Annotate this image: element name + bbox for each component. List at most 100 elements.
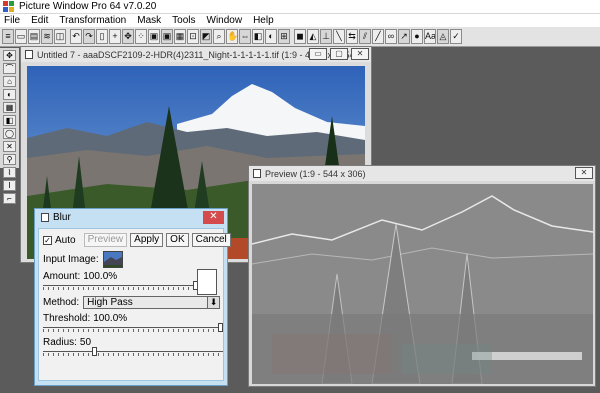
menu-transformation[interactable]: Transformation <box>59 15 126 26</box>
invert-icon[interactable]: ◐ <box>265 29 277 44</box>
menu-tools[interactable]: Tools <box>172 15 195 26</box>
hand-icon[interactable]: ✋ <box>226 29 238 44</box>
palette-tool-2-icon[interactable]: ⌒ <box>3 63 16 74</box>
preview-close-button[interactable]: ✕ <box>575 167 593 179</box>
maximize-button[interactable]: ▢ <box>330 48 348 60</box>
palette-tool-12-icon[interactable]: ⌐ <box>3 193 16 204</box>
document-icon <box>25 50 33 59</box>
plane-icon[interactable]: ◬ <box>437 29 449 44</box>
palette-tool-8-icon[interactable]: ✕ <box>3 141 16 152</box>
save-icon[interactable]: ▤ <box>28 29 40 44</box>
new-icon[interactable]: ▯ <box>96 29 108 44</box>
dot-icon[interactable]: ● <box>411 29 423 44</box>
menu-edit[interactable]: Edit <box>31 15 48 26</box>
gamma-icon[interactable]: ◩ <box>200 29 212 44</box>
grid-icon[interactable]: ≋ <box>41 29 53 44</box>
input-image-thumbnail[interactable] <box>102 251 123 268</box>
blur-button-row: ✓ Auto Preview Apply OK Cancel <box>43 233 234 247</box>
text-icon[interactable]: Aa <box>424 29 436 44</box>
threshold-slider-knob[interactable] <box>218 323 223 332</box>
dropdown-arrow-icon[interactable]: ⬇ <box>207 296 221 309</box>
input-image-label: Input Image: <box>43 254 99 265</box>
preview-window[interactable]: Preview (1:9 - 544 x 306) ✕ <box>248 165 596 387</box>
brush-icon[interactable]: ╲ <box>333 29 345 44</box>
menu-help[interactable]: Help <box>253 15 274 26</box>
compare-icon[interactable]: ◧ <box>252 29 264 44</box>
blur-dialog-title: Blur <box>53 212 71 223</box>
preview-image[interactable] <box>252 184 593 384</box>
chain-icon[interactable]: ∞ <box>385 29 397 44</box>
preview-button[interactable]: Preview <box>83 233 128 247</box>
input-image-row: Input Image: <box>43 251 123 268</box>
document-window-buttons: ▭ ▢ ✕ <box>306 48 369 60</box>
menu-lines-icon[interactable]: ≡ <box>2 29 14 44</box>
preview-window-titlebar[interactable]: Preview (1:9 - 544 x 306) ✕ <box>249 166 595 181</box>
dark-icon[interactable]: ◼ <box>294 29 306 44</box>
thumbnail-picture <box>103 252 122 267</box>
line-icon[interactable]: ╱ <box>372 29 384 44</box>
transform2-icon[interactable]: ▣ <box>161 29 173 44</box>
palette-tool-5-icon[interactable]: ▦ <box>3 102 16 113</box>
add-icon[interactable]: + <box>109 29 121 44</box>
app-logo-icon <box>3 0 15 13</box>
threshold-slider[interactable] <box>43 323 223 332</box>
zoom-icon[interactable]: ⌕ <box>213 29 225 44</box>
split-icon[interactable]: ⫽ <box>359 29 371 44</box>
radius-slider-knob[interactable] <box>92 347 97 356</box>
menu-mask[interactable]: Mask <box>137 15 161 26</box>
color-swatch[interactable] <box>197 269 217 295</box>
amount-slider[interactable] <box>43 281 198 290</box>
curve-icon[interactable]: ↗ <box>398 29 410 44</box>
ok-button[interactable]: OK <box>166 233 189 247</box>
blur-dialog-icon <box>41 213 49 222</box>
minimize-button[interactable]: ▭ <box>309 48 327 60</box>
check-icon[interactable]: ✓ <box>450 29 462 44</box>
radius-slider[interactable] <box>43 347 223 356</box>
cancel-button[interactable]: Cancel <box>191 233 231 247</box>
method-label: Method: <box>43 297 80 308</box>
palette-tool-10-icon[interactable]: ⌇ <box>3 167 16 178</box>
arrows-icon[interactable]: ⇆ <box>346 29 358 44</box>
blur-dialog[interactable]: Blur ✕ ✓ Auto Preview Apply OK Cancel In… <box>34 208 231 386</box>
crop-icon[interactable]: ✥ <box>122 29 134 44</box>
method-row: Method: High Pass ⬇ <box>43 296 221 309</box>
blur-dialog-titlebar[interactable]: Blur ✕ <box>35 209 227 226</box>
menu-window[interactable]: Window <box>207 15 243 26</box>
clone-icon[interactable]: ⊡ <box>187 29 199 44</box>
palette-tool-4-icon[interactable]: ◐ <box>3 89 16 100</box>
menubar: File Edit Transformation Mask Tools Wind… <box>0 14 600 27</box>
method-select[interactable]: High Pass ⬇ <box>83 296 221 309</box>
menu-file[interactable]: File <box>4 15 20 26</box>
auto-label: Auto <box>55 234 76 246</box>
app-title-bar: Picture Window Pro 64 v7.0.20 <box>0 0 600 14</box>
main-toolbar: ≡ ▭ ▤ ≋ ◫ ↶ ↷ ▯ + ✥ ⁘ ▣ ▣ ▦ ⊡ ◩ ⌕ ✋ ⇔ ◧ ◐ ⊞ ◼ ◭ ⊥ ╲ ⇆ ⫽ ╱ ∞ ↗ ● Aa ◬ ✓ <box>0 27 600 47</box>
palette-tool-7-icon[interactable]: ◯ <box>3 128 16 139</box>
close-button[interactable]: ✕ <box>351 48 369 60</box>
app-title: Picture Window Pro 64 v7.0.20 <box>19 1 157 12</box>
sharpen-icon[interactable]: ◭ <box>307 29 319 44</box>
document-window-titlebar[interactable]: Untitled 7 - aaaDSCF2109-2-HDR(4)2311_Ni… <box>21 47 371 62</box>
tool-palette: ✥ ⌒ ⌂ ◐ ▦ ◧ ◯ ✕ ⚲ ⌇ I ⌐ <box>0 48 19 204</box>
palette-tool-9-icon[interactable]: ⚲ <box>3 154 16 165</box>
redo-icon[interactable]: ↷ <box>83 29 95 44</box>
preview-icon <box>253 169 261 178</box>
apply-button[interactable]: Apply <box>130 233 164 247</box>
auto-checkbox[interactable]: ✓ <box>43 235 52 245</box>
undo-icon[interactable]: ↶ <box>70 29 82 44</box>
palette-tool-11-icon[interactable]: I <box>3 180 16 191</box>
filter-icon[interactable]: ◫ <box>54 29 66 44</box>
open-icon[interactable]: ▭ <box>15 29 27 44</box>
fit-icon[interactable]: ⊞ <box>278 29 290 44</box>
measure-icon[interactable]: ⊥ <box>320 29 332 44</box>
method-select-value: High Pass <box>87 297 133 308</box>
high-pass-preview <box>252 184 593 384</box>
transform-icon[interactable]: ▣ <box>148 29 160 44</box>
dots-icon[interactable]: ⁘ <box>135 29 147 44</box>
palette-tool-3-icon[interactable]: ⌂ <box>3 76 16 87</box>
blur-dialog-body: ✓ Auto Preview Apply OK Cancel Input Ima… <box>38 228 231 381</box>
palette-tool-1-icon[interactable]: ✥ <box>3 50 16 61</box>
blur-close-button[interactable]: ✕ <box>203 211 224 224</box>
pan-icon[interactable]: ⇔ <box>239 29 251 44</box>
film-icon[interactable]: ▦ <box>174 29 186 44</box>
palette-tool-6-icon[interactable]: ◧ <box>3 115 16 126</box>
